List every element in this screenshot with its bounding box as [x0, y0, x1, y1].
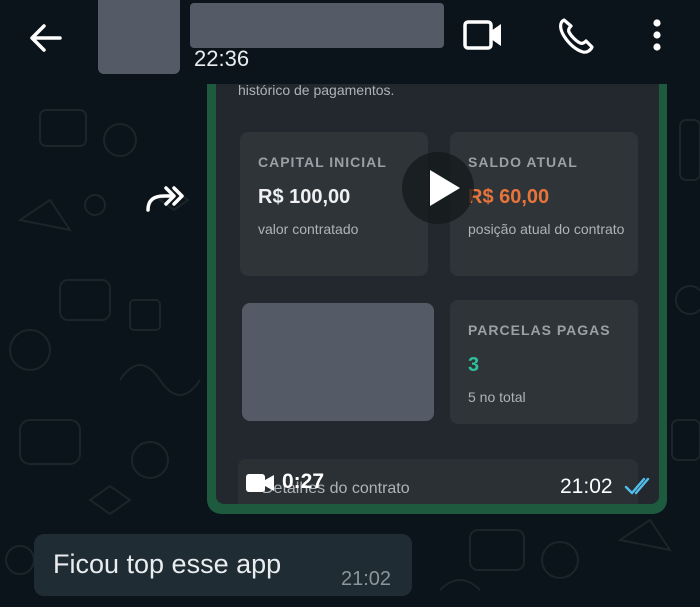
- chat-header: 22:36: [0, 0, 700, 84]
- card-value: R$ 100,00: [258, 186, 351, 208]
- redacted-card: [242, 303, 434, 421]
- message-time: 21:02: [341, 568, 392, 590]
- last-seen-text: 22:36: [194, 46, 250, 71]
- contact-avatar[interactable]: [98, 0, 180, 74]
- play-button[interactable]: [402, 152, 474, 224]
- history-text: histórico de pagamentos.: [238, 82, 395, 98]
- card-title: CAPITAL INICIAL: [258, 154, 387, 170]
- forward-icon[interactable]: [140, 180, 190, 220]
- play-icon: [430, 170, 460, 206]
- phone-call-icon[interactable]: [556, 16, 596, 56]
- video-message-bubble[interactable]: histórico de pagamentos. CAPITAL INICIAL…: [207, 70, 667, 514]
- card-title: SALDO ATUAL: [468, 154, 578, 170]
- card-subtitle: 5 no total: [468, 389, 526, 405]
- message-text: Ficou top esse app: [53, 549, 282, 579]
- capital-inicial-card: CAPITAL INICIAL R$ 100,00 valor contrata…: [240, 132, 428, 276]
- parcelas-pagas-card: PARCELAS PAGAS 3 5 no total: [450, 300, 638, 424]
- card-title: PARCELAS PAGAS: [468, 322, 611, 338]
- video-duration: 0:27: [282, 470, 325, 493]
- video-call-icon[interactable]: [462, 17, 504, 53]
- card-subtitle: posição atual do contrato: [468, 221, 625, 237]
- saldo-atual-card: SALDO ATUAL R$ 60,00 posição atual do co…: [450, 132, 638, 276]
- incoming-text-message[interactable]: Ficou top esse app 21:02: [34, 534, 412, 596]
- card-subtitle: valor contratado: [258, 221, 359, 237]
- more-options-icon[interactable]: [648, 16, 666, 56]
- video-thumbnail[interactable]: histórico de pagamentos. CAPITAL INICIAL…: [216, 70, 659, 504]
- card-value: R$ 60,00: [468, 186, 550, 208]
- video-camera-icon: [246, 474, 274, 492]
- card-value: 3: [468, 354, 480, 376]
- contact-name[interactable]: [190, 3, 444, 48]
- back-arrow-icon[interactable]: [26, 18, 66, 58]
- read-double-check-icon: [624, 477, 650, 495]
- message-time: 21:02: [560, 475, 613, 498]
